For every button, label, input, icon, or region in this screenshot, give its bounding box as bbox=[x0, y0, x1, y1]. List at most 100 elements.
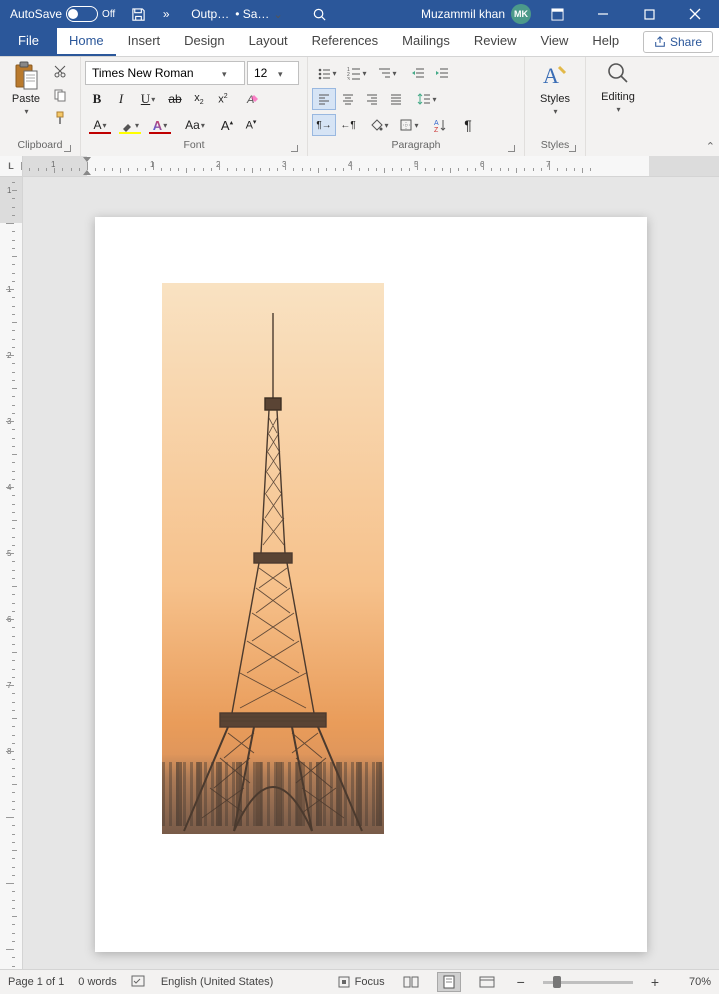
tab-selector[interactable]: L bbox=[0, 156, 23, 177]
font-name-input[interactable] bbox=[92, 66, 218, 80]
italic-button[interactable]: I bbox=[109, 88, 133, 110]
numbering-button[interactable]: 123▾ bbox=[342, 62, 372, 84]
zoom-out-button[interactable]: − bbox=[513, 974, 529, 990]
strikethrough-button[interactable]: ab bbox=[163, 88, 187, 110]
format-painter-button[interactable] bbox=[48, 107, 72, 129]
chevron-down-icon[interactable] bbox=[222, 66, 227, 80]
group-styles: A Styles▾ Styles bbox=[525, 57, 586, 157]
justify-button[interactable] bbox=[384, 88, 408, 110]
minimize-button[interactable] bbox=[583, 0, 623, 28]
rtl-direction-button[interactable]: ←¶ bbox=[336, 114, 360, 136]
ribbon-display-options-icon[interactable] bbox=[537, 0, 577, 28]
dialog-launcher-icon[interactable] bbox=[569, 145, 579, 155]
borders-button[interactable]: ▾ bbox=[394, 114, 424, 136]
document-canvas[interactable] bbox=[23, 177, 719, 970]
font-size-input[interactable] bbox=[254, 66, 274, 80]
read-mode-icon bbox=[403, 976, 419, 988]
tab-view[interactable]: View bbox=[528, 27, 580, 56]
tab-home[interactable]: Home bbox=[57, 27, 116, 56]
share-button[interactable]: Share bbox=[643, 31, 713, 53]
collapse-ribbon-icon[interactable]: ⌃ bbox=[706, 140, 715, 153]
page-indicator[interactable]: Page 1 of 1 bbox=[8, 976, 64, 988]
cut-button[interactable] bbox=[48, 61, 72, 83]
styles-button[interactable]: A Styles▾ bbox=[536, 59, 574, 119]
dialog-launcher-icon[interactable] bbox=[508, 145, 518, 155]
highlight-button[interactable]: ▾ bbox=[115, 114, 145, 136]
vertical-ruler[interactable]: 112345678 bbox=[0, 177, 23, 970]
superscript-button[interactable]: x2 bbox=[211, 88, 235, 110]
shrink-font-button[interactable]: A▾ bbox=[239, 114, 263, 136]
zoom-in-button[interactable]: + bbox=[647, 974, 663, 990]
text-effects-button[interactable]: A▾ bbox=[145, 114, 175, 136]
read-mode-button[interactable] bbox=[399, 972, 423, 992]
chevron-down-icon[interactable] bbox=[278, 66, 283, 80]
line-spacing-button[interactable]: ▾ bbox=[412, 88, 442, 110]
page[interactable] bbox=[95, 217, 647, 952]
dialog-launcher-icon[interactable] bbox=[291, 145, 301, 155]
tab-mailings[interactable]: Mailings bbox=[390, 27, 462, 56]
underline-button[interactable]: U▾ bbox=[133, 88, 163, 110]
group-label-editing bbox=[590, 137, 646, 157]
font-color-button[interactable]: A▾ bbox=[85, 114, 115, 136]
user-name: Muzammil khan bbox=[421, 7, 505, 21]
save-icon[interactable] bbox=[127, 3, 149, 25]
grow-font-button[interactable]: A▴ bbox=[215, 114, 239, 136]
editing-button[interactable]: Editing▾ bbox=[597, 59, 639, 117]
bullets-button[interactable]: ▾ bbox=[312, 62, 342, 84]
show-marks-button[interactable]: ¶ bbox=[456, 114, 480, 136]
more-quick-access-icon[interactable]: » bbox=[155, 3, 177, 25]
close-button[interactable] bbox=[675, 0, 715, 28]
eiffel-tower-image bbox=[162, 283, 384, 834]
multilevel-list-button[interactable]: ▾ bbox=[372, 62, 402, 84]
align-right-button[interactable] bbox=[360, 88, 384, 110]
maximize-button[interactable] bbox=[629, 0, 669, 28]
focus-mode-button[interactable]: Focus bbox=[337, 975, 385, 989]
align-left-icon bbox=[317, 92, 331, 106]
subscript-button[interactable]: x2 bbox=[187, 88, 211, 110]
align-center-button[interactable] bbox=[336, 88, 360, 110]
shading-button[interactable]: ▾ bbox=[364, 114, 394, 136]
bold-button[interactable]: B bbox=[85, 88, 109, 110]
web-layout-button[interactable] bbox=[475, 972, 499, 992]
font-size-combo[interactable] bbox=[247, 61, 299, 85]
word-count[interactable]: 0 words bbox=[78, 976, 117, 988]
group-label-font: Font bbox=[85, 137, 303, 157]
tab-file[interactable]: File bbox=[0, 27, 57, 56]
autosave-toggle[interactable]: AutoSave Off bbox=[4, 6, 121, 22]
sort-button[interactable]: AZ bbox=[428, 114, 452, 136]
language-indicator[interactable]: English (United States) bbox=[161, 976, 274, 988]
paste-button[interactable]: Paste▾ bbox=[4, 59, 48, 119]
title-bar: AutoSave Off » Outp… • Sa… ⌄ Muzammil kh… bbox=[0, 0, 719, 28]
change-case-button[interactable]: Aa▾ bbox=[179, 114, 211, 136]
font-name-combo[interactable] bbox=[85, 61, 245, 85]
tab-help[interactable]: Help bbox=[580, 27, 631, 56]
spellcheck-icon[interactable] bbox=[131, 974, 147, 991]
tab-review[interactable]: Review bbox=[462, 27, 529, 56]
tab-insert[interactable]: Insert bbox=[116, 27, 173, 56]
tab-references[interactable]: References bbox=[300, 27, 390, 56]
share-icon bbox=[654, 36, 666, 48]
user-account[interactable]: Muzammil khan MK bbox=[421, 4, 531, 24]
tab-design[interactable]: Design bbox=[172, 27, 236, 56]
autosave-switch[interactable] bbox=[66, 6, 98, 22]
inserted-image[interactable] bbox=[162, 283, 384, 834]
group-clipboard: Paste▾ Clipboard bbox=[0, 57, 81, 157]
tab-layout[interactable]: Layout bbox=[237, 27, 300, 56]
zoom-level[interactable]: 70% bbox=[677, 976, 711, 988]
horizontal-ruler[interactable]: 11234567 bbox=[23, 156, 719, 177]
document-title[interactable]: Outp… • Sa… ⌄ bbox=[191, 7, 282, 21]
copy-icon bbox=[53, 88, 67, 102]
dialog-launcher-icon[interactable] bbox=[64, 145, 74, 155]
print-layout-button[interactable] bbox=[437, 972, 461, 992]
copy-button[interactable] bbox=[48, 84, 72, 106]
indent-icon bbox=[435, 66, 449, 80]
decrease-indent-button[interactable] bbox=[406, 62, 430, 84]
increase-indent-button[interactable] bbox=[430, 62, 454, 84]
search-icon[interactable] bbox=[309, 3, 331, 25]
zoom-slider[interactable] bbox=[543, 981, 633, 984]
multilevel-icon bbox=[377, 66, 391, 80]
ribbon-tabs: File Home Insert Design Layout Reference… bbox=[0, 28, 719, 57]
ltr-direction-button[interactable]: ¶→ bbox=[312, 114, 336, 136]
clear-formatting-button[interactable]: A bbox=[241, 88, 265, 110]
align-left-button[interactable] bbox=[312, 88, 336, 110]
